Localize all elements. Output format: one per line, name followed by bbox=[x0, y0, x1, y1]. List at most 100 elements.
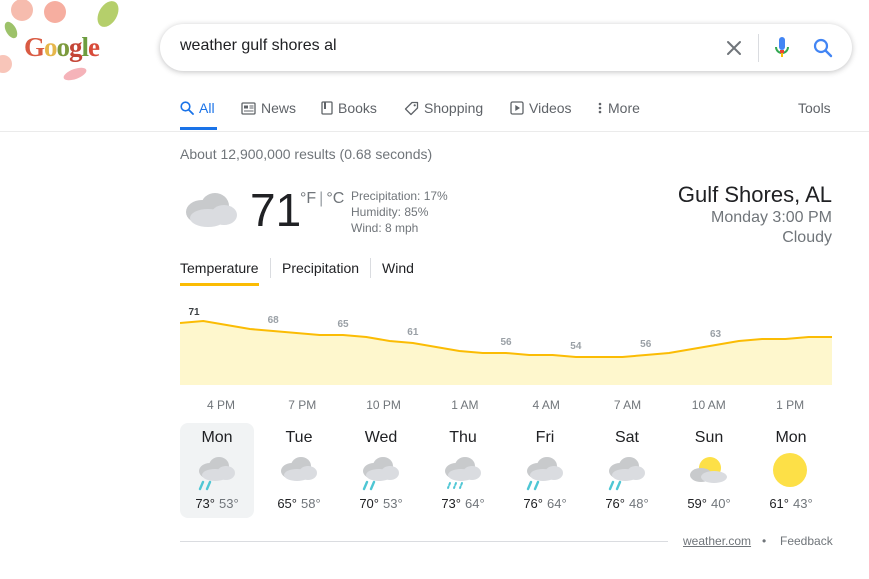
tab-books[interactable]: Books bbox=[321, 100, 377, 116]
day-weather-icon bbox=[522, 451, 568, 498]
tab-news[interactable]: News bbox=[241, 100, 296, 116]
day-name: Tue bbox=[285, 429, 313, 446]
rain-cloud-icon bbox=[362, 457, 399, 491]
voice-search-button[interactable] bbox=[769, 35, 795, 61]
tabs-divider bbox=[0, 131, 869, 132]
google-doodle-logo[interactable]: Google bbox=[0, 0, 130, 84]
forecast-day[interactable]: Tue 65° 58° bbox=[262, 423, 336, 518]
tab-all[interactable]: All bbox=[180, 100, 215, 116]
day-name: Thu bbox=[449, 429, 477, 446]
day-weather-icon bbox=[358, 451, 404, 498]
day-temperatures: 70° 53° bbox=[344, 496, 418, 511]
day-name: Mon bbox=[775, 429, 807, 446]
subtab-divider bbox=[370, 258, 371, 278]
day-temperatures: 73° 64° bbox=[426, 496, 500, 511]
chart-data-label: 56 bbox=[640, 339, 652, 350]
day-temperatures: 59° 40° bbox=[672, 496, 746, 511]
unit-toggle: °F | °C bbox=[300, 190, 344, 208]
search-icon bbox=[180, 101, 194, 115]
rain-cloud-icon bbox=[608, 457, 645, 491]
high-temp: 65° bbox=[277, 496, 297, 511]
location-name: Gulf Shores, AL bbox=[677, 182, 832, 207]
tag-icon bbox=[404, 101, 419, 115]
search-icon bbox=[813, 38, 833, 58]
subtab-precipitation[interactable]: Precipitation bbox=[282, 260, 359, 276]
sunny-icon bbox=[773, 453, 807, 487]
temperature-chart[interactable]: 71 68 65 61 56 54 56 63 bbox=[180, 305, 832, 389]
clear-button[interactable] bbox=[721, 35, 747, 61]
location-block: Gulf Shores, AL Monday 3:00 PM Cloudy bbox=[678, 182, 832, 248]
low-temp: 40° bbox=[711, 496, 731, 511]
low-temp: 48° bbox=[629, 496, 649, 511]
day-name: Mon bbox=[201, 429, 233, 446]
search-input[interactable] bbox=[180, 37, 700, 55]
chart-data-label: 56 bbox=[500, 337, 512, 348]
feedback-link[interactable]: Feedback bbox=[780, 534, 833, 548]
tab-label: News bbox=[261, 100, 297, 116]
hour-label: 7 AM bbox=[613, 398, 642, 412]
day-weather-icon bbox=[194, 451, 240, 498]
subtab-temperature[interactable]: Temperature bbox=[180, 260, 259, 276]
tab-more[interactable]: More bbox=[597, 100, 640, 116]
day-weather-icon bbox=[768, 451, 814, 498]
cloudy-icon bbox=[281, 457, 317, 481]
unit-separator: | bbox=[319, 190, 324, 207]
high-temp: 70° bbox=[359, 496, 379, 511]
high-temp: 73° bbox=[441, 496, 461, 511]
day-name: Sat bbox=[614, 429, 639, 446]
microphone-icon bbox=[775, 37, 789, 57]
wind-text: Wind: 8 mph bbox=[351, 221, 419, 235]
forecast-day[interactable]: Mon 61° 43° bbox=[754, 423, 828, 518]
close-icon bbox=[727, 41, 741, 55]
tab-label: Shopping bbox=[424, 100, 484, 116]
chart-data-label: 63 bbox=[710, 329, 722, 340]
high-temp: 76° bbox=[605, 496, 625, 511]
chart-data-label: 54 bbox=[570, 341, 582, 352]
day-name: Fri bbox=[535, 429, 555, 446]
low-temp: 64° bbox=[547, 496, 567, 511]
forecast-day[interactable]: Fri 76° 64° bbox=[508, 423, 582, 518]
hour-label: 1 AM bbox=[451, 398, 479, 412]
high-temp: 76° bbox=[523, 496, 543, 511]
subtab-divider bbox=[270, 258, 271, 278]
tab-label: Videos bbox=[529, 100, 572, 116]
forecast-day[interactable]: Mon 73° 53° bbox=[180, 423, 254, 518]
fahrenheit-unit[interactable]: °F bbox=[300, 190, 316, 207]
more-vert-icon bbox=[598, 102, 602, 114]
result-stats: About 12,900,000 results (0.68 seconds) bbox=[180, 146, 433, 162]
tab-shopping[interactable]: Shopping bbox=[404, 100, 483, 116]
high-temp: 59° bbox=[687, 496, 707, 511]
tab-label: Books bbox=[338, 100, 377, 116]
chart-data-label: 68 bbox=[268, 315, 280, 326]
low-temp: 64° bbox=[465, 496, 485, 511]
weather-condition: Cloudy bbox=[782, 229, 832, 246]
footer-divider bbox=[180, 541, 668, 542]
search-box bbox=[160, 24, 852, 71]
forecast-day[interactable]: Sat 76° 48° bbox=[590, 423, 664, 518]
forecast-day[interactable]: Wed 70° 53° bbox=[344, 423, 418, 518]
celsius-unit[interactable]: °C bbox=[326, 190, 344, 207]
partly-cloudy-icon bbox=[690, 457, 727, 483]
footer-separator: • bbox=[762, 534, 767, 548]
chart-data-label: 71 bbox=[188, 307, 200, 318]
search-divider bbox=[758, 34, 759, 62]
hour-label: 1 PM bbox=[776, 398, 805, 412]
current-weather-icon bbox=[180, 184, 240, 235]
day-temperatures: 65° 58° bbox=[262, 496, 336, 511]
tools-button[interactable]: Tools bbox=[798, 100, 831, 116]
subtab-wind[interactable]: Wind bbox=[382, 260, 414, 276]
low-temp: 43° bbox=[793, 496, 813, 511]
hour-label: 7 PM bbox=[288, 398, 317, 412]
rain-cloud-icon bbox=[198, 457, 235, 491]
day-weather-icon bbox=[686, 451, 732, 498]
hour-label: 4 PM bbox=[206, 398, 235, 412]
low-temp: 53° bbox=[219, 496, 239, 511]
source-link[interactable]: weather.com bbox=[683, 534, 751, 548]
day-weather-icon bbox=[276, 451, 322, 498]
rain-cloud-icon bbox=[526, 457, 563, 491]
tab-label: More bbox=[608, 100, 640, 116]
forecast-day[interactable]: Thu 73° 64° bbox=[426, 423, 500, 518]
tab-videos[interactable]: Videos bbox=[510, 100, 572, 116]
search-button[interactable] bbox=[810, 35, 836, 61]
forecast-day[interactable]: Sun 59° 40° bbox=[672, 423, 746, 518]
